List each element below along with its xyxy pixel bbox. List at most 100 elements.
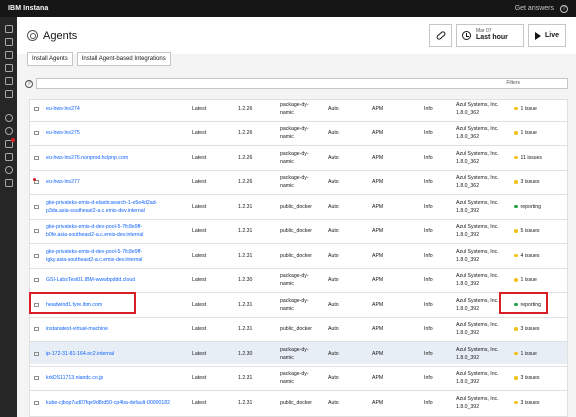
help-icon[interactable]: ? — [560, 4, 568, 13]
package-line2: namic — [280, 183, 294, 189]
host-name[interactable]: krkDS11713.niandc.co.jp — [46, 374, 103, 382]
agent-version-cell: 1.2.31 — [238, 252, 253, 259]
version-cell: Latest — [192, 228, 207, 234]
agents-table: eu-hws-lnx274 Latest 1.2.26 package-dy-nami… — [29, 99, 568, 417]
analytics-icon[interactable] — [4, 114, 13, 122]
host-cell-icon — [34, 195, 44, 218]
status-text: 3 issues — [520, 399, 540, 406]
log-level-cell: Info — [424, 350, 433, 357]
page-title: Agents — [43, 29, 78, 42]
package-cell: package-dy-namic — [280, 171, 309, 194]
status-dot — [514, 229, 518, 233]
jvm-vendor: Azul Systems, Inc. — [456, 101, 499, 108]
table-row[interactable]: eu-hws-lnx274 Latest 1.2.26 package-dy-nami… — [30, 100, 567, 119]
applications-icon[interactable] — [4, 51, 13, 59]
host-name[interactable]: eu-hws-lnx277 — [46, 178, 80, 186]
table-row[interactable]: gke-privateks-emis-d-dev-pool-5-7fc8e9ff… — [30, 243, 567, 267]
host-name[interactable]: eu-hws-lnx275 — [46, 129, 80, 137]
host-cell-icon — [34, 391, 44, 414]
host-name[interactable]: instanatest-virtual-machine — [46, 325, 108, 333]
host-cell-icon — [34, 244, 44, 267]
infrastructure-icon[interactable] — [4, 77, 13, 85]
jvm-version: 1.8.0_362 — [456, 109, 480, 116]
filters-button[interactable]: Filters — [506, 80, 520, 86]
automation-icon[interactable] — [4, 153, 13, 161]
agent-version-cell: 1.2.31 — [238, 301, 253, 308]
table-row[interactable]: gke-privateks-emis-d-elasticsearch-1-e5e… — [30, 194, 567, 218]
get-answers-link[interactable]: Get answers — [515, 5, 554, 12]
version-cell: Latest — [192, 252, 207, 259]
host-name[interactable]: gke-privateks-emis-d-elasticsearch-1-e5e… — [46, 199, 157, 207]
search-icon[interactable] — [4, 127, 13, 135]
package-cell: public_docker — [280, 318, 312, 341]
package-line2: namic — [280, 354, 294, 361]
agent-version-cell: 1.2.31 — [238, 375, 253, 381]
status-text: 1 issue — [520, 105, 537, 112]
jvm-version: 1.8.0_392 — [456, 305, 480, 312]
host-name[interactable]: eu-hws-lnx274 — [46, 105, 80, 113]
host-name[interactable]: GSI-LabsTest01.IBM-wwwbpddd.cloud — [46, 276, 135, 284]
filter-toolbar: ? Filters — [25, 78, 568, 89]
install-agents-button[interactable]: Install Agents — [27, 52, 73, 66]
events-icon[interactable] — [4, 138, 15, 148]
package-cell: public_docker — [280, 195, 312, 218]
jvm-vendor: Azul Systems, Inc. — [456, 150, 499, 157]
jvm-version: 1.8.0_392 — [456, 207, 480, 214]
host-name[interactable]: gke-privateks-emis-d-dev-pool-5-7fc8e9ff… — [46, 223, 142, 231]
host-cell: eu-hws-lnx275 — [46, 122, 190, 145]
platforms-icon[interactable] — [4, 90, 13, 98]
table-row[interactable]: kube-cjbop7ud07fqe9d8rd50-cp4ba-default-… — [30, 390, 567, 414]
jvm-cell: Azul Systems, Inc. 1.8.0_392 — [456, 391, 499, 414]
table-row[interactable]: eu-hws-lnx275 Latest 1.2.26 package-dy-nami… — [30, 120, 567, 145]
play-icon — [534, 31, 541, 40]
dashboard-icon[interactable] — [4, 38, 13, 46]
table-row[interactable]: eu-hws-lnx277 Latest 1.2.26 package-dy-nami… — [30, 169, 567, 194]
host-cell: gke-privateks-emis-d-dev-pool-5-7fc8e9ff… — [46, 244, 190, 267]
type-cell: APM — [372, 399, 384, 406]
log-level-cell: Info — [424, 179, 433, 185]
websites-icon[interactable] — [4, 64, 13, 72]
share-link-button[interactable] — [429, 24, 452, 47]
status-text: 5 issues — [520, 228, 540, 234]
table-row[interactable]: GSI-LabsTest01.IBM-wwwbpddd.cloud Latest 1… — [30, 267, 567, 291]
status-dot — [514, 278, 518, 282]
status-cell: 4 issues — [514, 244, 540, 267]
host-name[interactable]: kube-cjbop7ud07fqe9d8rd50-cp4ba-default-… — [46, 399, 170, 407]
clock-icon — [462, 31, 471, 40]
mode-cell: Auto — [328, 105, 339, 112]
package-line2: namic — [280, 109, 294, 116]
version-cell: Latest — [192, 326, 207, 332]
table-row[interactable]: instanatest-virtual-machine Latest 1.2.31 p… — [30, 316, 567, 341]
live-button[interactable]: Live — [528, 24, 566, 47]
home-icon[interactable] — [4, 25, 13, 33]
jvm-vendor: Azul Systems, Inc. — [456, 126, 499, 132]
host-name-line2[interactable]: b0fe.asia-southeast2-a.c.emis-dev.intern… — [46, 231, 143, 239]
query-help-icon[interactable]: ? — [25, 79, 33, 88]
package-line2: namic — [280, 305, 294, 312]
package-line1: package-dy- — [280, 346, 309, 353]
host-name[interactable]: gke-privateks-emis-d-dev-pool-5-7fc8e9ff… — [46, 248, 142, 256]
host-name-line2[interactable]: p3da.asia-southeast2-a.c.emis-dev.intern… — [46, 207, 145, 215]
type-cell: APM — [372, 179, 384, 185]
main-content: Agents Mar 07 Last hour Live Install Age… — [17, 17, 576, 417]
table-row[interactable]: ip-172-31-81-164.ec2.internal Latest 1.2.3… — [30, 341, 567, 364]
install-integrations-button[interactable]: Install Agent-based Integrations — [76, 52, 171, 66]
table-row[interactable]: eu-hws-lnx276.nonprod.hclpnp.com Latest 1.… — [30, 145, 567, 169]
table-row[interactable]: krkDS11713.niandc.co.jp Latest 1.2.31 packa… — [30, 365, 567, 389]
package-line1: package-dy- — [280, 371, 309, 377]
host-cell-icon — [34, 146, 44, 169]
mode-cell: Auto — [328, 228, 339, 234]
status-cell: 11 issues — [514, 146, 542, 169]
search-input[interactable] — [36, 78, 568, 89]
host-name[interactable]: eu-hws-lnx276.nonprod.hclpnp.com — [46, 154, 128, 162]
status-dot — [514, 155, 518, 160]
settings-icon[interactable] — [4, 166, 13, 174]
host-name[interactable]: ip-172-31-81-164.ec2.internal — [46, 350, 114, 358]
table-row[interactable]: gke-privateks-emis-d-dev-pool-5-7fc8e9ff… — [30, 218, 567, 242]
jvm-cell: Azul Systems, Inc. 1.8.0_362 — [456, 122, 499, 145]
host-name-line2[interactable]: tgky.asia-southeast2-a.c.emis-dev.intern… — [46, 256, 142, 264]
brand-logo[interactable]: IBM Instana — [8, 5, 48, 12]
more-icon[interactable] — [4, 179, 13, 187]
time-range-picker[interactable]: Mar 07 Last hour — [456, 24, 524, 47]
log-level-cell: Info — [424, 375, 433, 381]
